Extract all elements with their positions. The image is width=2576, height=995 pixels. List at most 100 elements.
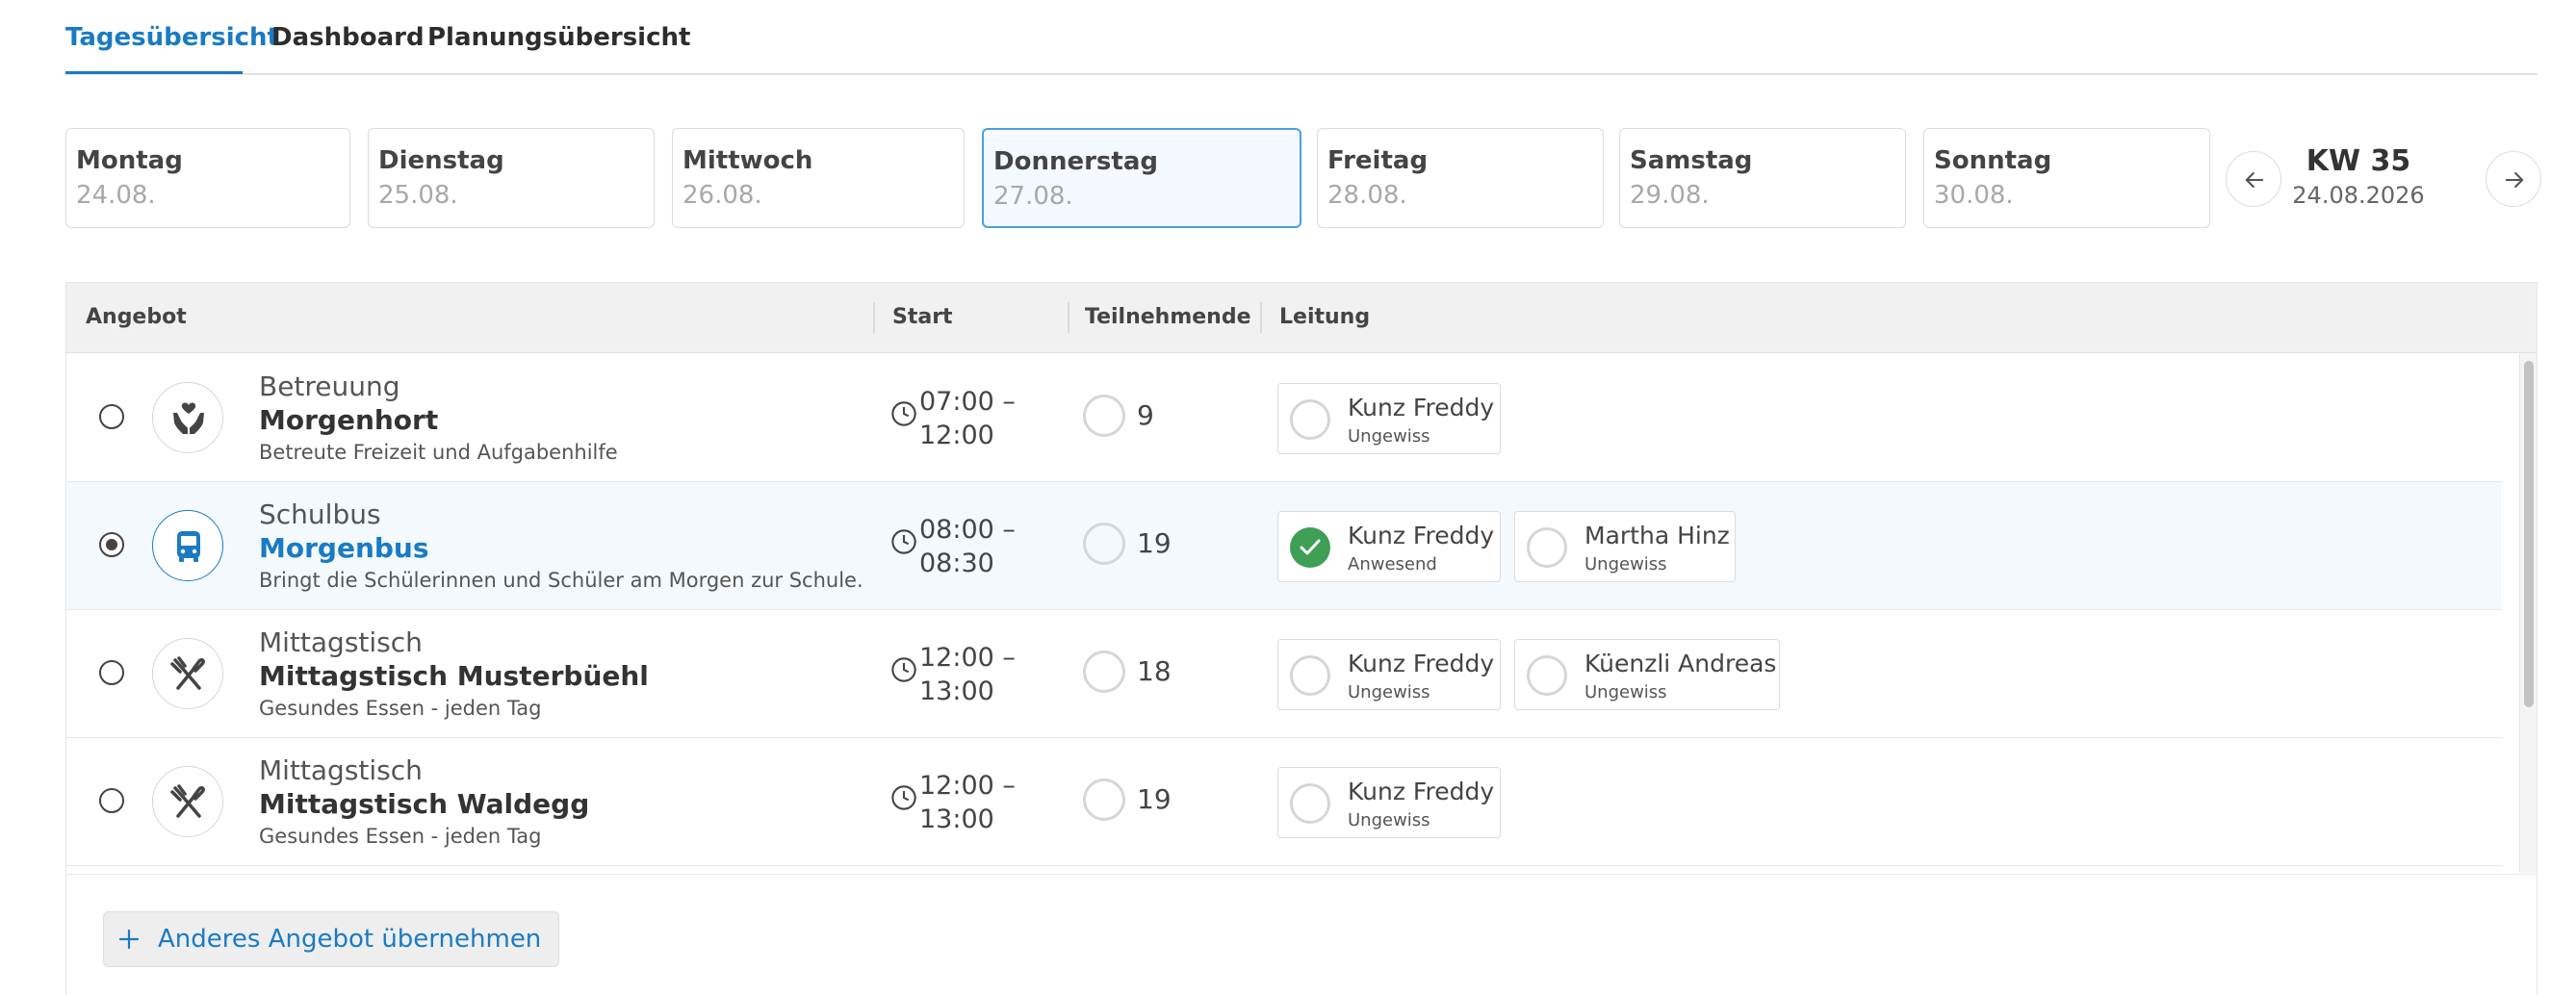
participants-count: 19 — [1137, 783, 1172, 815]
leader-chip[interactable]: Kunz Freddy Ungewiss — [1277, 639, 1501, 710]
tab-tagesuebersicht[interactable]: Tagesübersicht — [65, 23, 279, 52]
clock-icon — [891, 657, 916, 682]
participants-status-circle[interactable] — [1083, 395, 1125, 437]
attendance-status-circle[interactable] — [1290, 399, 1330, 440]
attendance-status-circle[interactable] — [1527, 655, 1567, 696]
offer-title: Mittagstisch Musterbüehl — [259, 660, 649, 692]
attendance-status-circle[interactable] — [1290, 527, 1330, 568]
day-name: Freitag — [1327, 146, 1429, 175]
care-hands-icon — [173, 402, 204, 434]
leader-status: Ungewiss — [1348, 426, 1430, 446]
arrow-left-icon — [2245, 171, 2264, 189]
leader-chip[interactable]: Kunz Freddy Anwesend — [1277, 511, 1501, 582]
column-header-teilnehmende[interactable]: Teilnehmende — [1085, 305, 1251, 329]
attendance-status-circle[interactable] — [1290, 783, 1330, 824]
checkmark-icon — [1300, 539, 1321, 555]
offer-category: Mittagstisch — [259, 754, 423, 786]
offer-description: Gesundes Essen - jeden Tag — [259, 825, 542, 848]
day-name: Mittwoch — [683, 146, 813, 175]
bus-icon — [177, 531, 200, 562]
table-footer: Anderes Angebot übernehmen — [66, 874, 2537, 967]
utensils-icon — [170, 656, 205, 690]
column-separator — [873, 302, 875, 333]
week-start-date: 24.08.2026 — [2292, 182, 2425, 209]
day-date: 28.08. — [1327, 181, 1407, 210]
day-sunday[interactable]: Sonntag 30.08. — [1923, 128, 2210, 228]
table-row[interactable]: Mittagstisch Mittagstisch Waldegg Gesund… — [66, 738, 2502, 866]
leader-name: Martha Hinz — [1584, 522, 1730, 549]
participants-status-circle[interactable] — [1083, 778, 1125, 821]
column-separator — [1260, 302, 1262, 333]
day-friday[interactable]: Freitag 28.08. — [1317, 128, 1604, 228]
tab-dashboard[interactable]: Dashboard — [271, 23, 425, 52]
column-header-start[interactable]: Start — [892, 305, 953, 329]
tab-planungsuebersicht[interactable]: Planungsübersicht — [427, 23, 690, 52]
offer-category: Schulbus — [259, 498, 381, 530]
arrow-right-icon — [2505, 171, 2524, 189]
leader-chip[interactable]: Kunz Freddy Ungewiss — [1277, 383, 1501, 454]
leader-name: Kunz Freddy — [1348, 778, 1495, 805]
offer-description: Bringt die Schülerinnen und Schüler am M… — [259, 569, 863, 592]
next-week-button[interactable] — [2486, 151, 2541, 207]
offer-icon-wrapper — [152, 510, 223, 581]
add-other-offer-button[interactable]: Anderes Angebot übernehmen — [103, 911, 560, 967]
column-header-leitung[interactable]: Leitung — [1279, 305, 1370, 329]
participants-status-circle[interactable] — [1083, 651, 1125, 693]
leader-status: Ungewiss — [1584, 554, 1667, 574]
column-separator — [1068, 302, 1069, 333]
row-select-radio[interactable] — [99, 532, 124, 557]
time-to: 08:30 — [919, 549, 994, 578]
leader-status: Ungewiss — [1348, 682, 1430, 702]
clock-icon — [891, 785, 916, 810]
leader-status: Ungewiss — [1348, 810, 1430, 830]
table-scrollbar[interactable] — [2519, 353, 2537, 873]
start-time: 12:00 – 13:00 — [919, 641, 1016, 708]
day-tuesday[interactable]: Dienstag 25.08. — [368, 128, 655, 228]
day-date: 29.08. — [1630, 181, 1710, 210]
participants-count: 19 — [1137, 527, 1172, 559]
attendance-status-circle[interactable] — [1527, 527, 1567, 568]
participants-count: 18 — [1137, 655, 1172, 687]
scrollbar-thumb[interactable] — [2524, 361, 2534, 707]
offer-description: Gesundes Essen - jeden Tag — [259, 697, 542, 720]
leader-name: Kunz Freddy — [1348, 522, 1495, 549]
time-from: 12:00 – — [919, 643, 1016, 673]
time-to: 13:00 — [919, 804, 994, 834]
leader-name: Kunz Freddy — [1348, 394, 1495, 421]
day-name: Sonntag — [1934, 146, 2052, 175]
tab-bar: Tagesübersicht Dashboard Planungsübersic… — [65, 0, 2537, 75]
day-date: 25.08. — [378, 181, 458, 210]
day-name: Dienstag — [378, 146, 504, 175]
leader-name: Kunz Freddy — [1348, 650, 1495, 677]
row-select-radio[interactable] — [99, 788, 124, 813]
day-monday[interactable]: Montag 24.08. — [65, 128, 350, 228]
day-name: Montag — [76, 146, 183, 175]
attendance-status-circle[interactable] — [1290, 655, 1330, 696]
row-select-radio[interactable] — [99, 660, 124, 685]
day-thursday[interactable]: Donnerstag 27.08. — [982, 128, 1301, 228]
offer-title: Mittagstisch Waldegg — [259, 788, 590, 820]
participants-status-circle[interactable] — [1083, 523, 1125, 565]
day-saturday[interactable]: Samstag 29.08. — [1619, 128, 1906, 228]
table-row[interactable]: Mittagstisch Mittagstisch Musterbüehl Ge… — [66, 610, 2502, 738]
day-date: 24.08. — [76, 181, 156, 210]
day-wednesday[interactable]: Mittwoch 26.08. — [672, 128, 965, 228]
offer-icon-wrapper — [152, 638, 223, 709]
leader-chip[interactable]: Martha Hinz Ungewiss — [1514, 511, 1736, 582]
leader-status: Ungewiss — [1584, 682, 1667, 702]
offer-title-link[interactable]: Morgenbus — [259, 532, 429, 564]
leader-chip[interactable]: Küenzli Andreas Ungewiss — [1514, 639, 1780, 710]
day-date: 26.08. — [683, 181, 762, 210]
row-select-radio[interactable] — [99, 404, 124, 429]
leader-status: Anwesend — [1348, 554, 1437, 574]
day-date: 27.08. — [993, 182, 1073, 211]
offers-table: Angebot Start Teilnehmende Leitung Betre… — [65, 282, 2537, 995]
column-header-angebot[interactable]: Angebot — [86, 305, 187, 329]
offer-category: Betreuung — [259, 370, 400, 402]
start-time: 08:00 – 08:30 — [919, 513, 1016, 580]
plus-icon — [118, 929, 140, 950]
table-row[interactable]: Betreuung Morgenhort Betreute Freizeit u… — [66, 354, 2502, 482]
table-row-selected[interactable]: Schulbus Morgenbus Bringt die Schülerinn… — [66, 482, 2502, 610]
start-time: 12:00 – 13:00 — [919, 769, 1016, 836]
leader-chip[interactable]: Kunz Freddy Ungewiss — [1277, 767, 1501, 838]
